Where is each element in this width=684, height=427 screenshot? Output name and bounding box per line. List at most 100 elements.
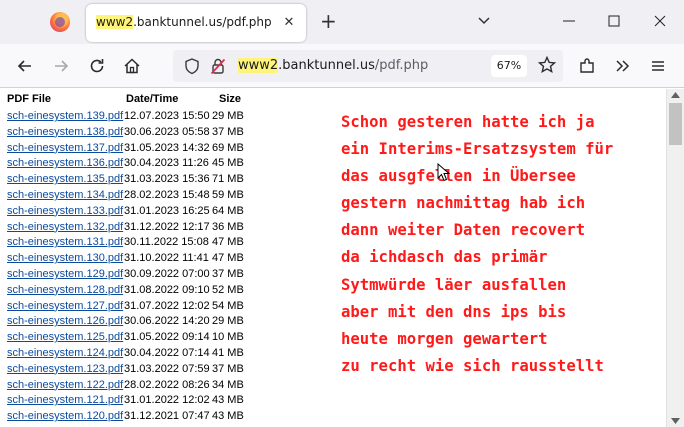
- file-date: 31.05.2022 09:14: [124, 331, 210, 344]
- scrollbar-thumb[interactable]: [669, 103, 682, 145]
- annotation-line: das ausgfellen in Übersee: [341, 167, 576, 186]
- file-date: 31.03.2023 15:36: [124, 173, 210, 186]
- file-size: 34 MB: [212, 378, 244, 391]
- back-icon[interactable]: [15, 56, 35, 76]
- pdf-file-link[interactable]: sch-einesystem.137.pdf: [7, 142, 123, 154]
- table-row: sch-einesystem.125.pdf 31.05.2022 09:14 10…: [7, 330, 244, 346]
- scroll-up-icon[interactable]: [671, 92, 680, 98]
- address-bar[interactable]: www2.banktunnel.us/pdf.php 67%: [173, 50, 563, 82]
- file-date: 31.05.2023 14:32: [124, 141, 210, 154]
- file-date: 31.10.2022 11:41: [124, 252, 209, 265]
- pdf-file-link[interactable]: sch-einesystem.122.pdf: [7, 379, 123, 391]
- pdf-file-link[interactable]: sch-einesystem.131.pdf: [7, 236, 123, 248]
- tab-strip: www2.banktunnel.us/pdf.php ✕ +: [0, 0, 684, 44]
- pdf-file-link[interactable]: sch-einesystem.133.pdf: [7, 205, 123, 217]
- tab-active[interactable]: www2.banktunnel.us/pdf.php ✕: [86, 4, 306, 42]
- nav-toolbar: www2.banktunnel.us/pdf.php 67%: [0, 44, 684, 88]
- file-size: 45 MB: [212, 157, 244, 170]
- pdf-file-link[interactable]: sch-einesystem.128.pdf: [7, 284, 123, 296]
- table-row: sch-einesystem.139.pdf 12.07.2023 15:50 29…: [7, 109, 244, 125]
- col-header-file: PDF File: [7, 93, 52, 105]
- menu-icon[interactable]: [648, 56, 668, 76]
- table-row: sch-einesystem.120.pdf 31.12.2021 07:47 43…: [7, 409, 244, 425]
- pdf-file-link[interactable]: sch-einesystem.124.pdf: [7, 347, 123, 359]
- close-window-button[interactable]: [651, 12, 669, 30]
- reload-icon[interactable]: [87, 56, 107, 76]
- file-date: 31.08.2022 09:10: [124, 283, 210, 296]
- table-row: sch-einesystem.131.pdf 30.11.2022 15:08 47…: [7, 235, 244, 251]
- table-row: sch-einesystem.137.pdf 31.05.2023 14:32 69…: [7, 141, 244, 157]
- bookmark-star-icon[interactable]: [537, 55, 557, 75]
- url-host-highlight: www2: [238, 58, 279, 73]
- pdf-file-link[interactable]: sch-einesystem.121.pdf: [7, 394, 123, 406]
- file-size: 36 MB: [212, 220, 244, 233]
- pdf-file-link[interactable]: sch-einesystem.134.pdf: [7, 189, 123, 201]
- file-size: 29 MB: [212, 110, 244, 122]
- vertical-scrollbar[interactable]: [666, 89, 684, 427]
- mouse-cursor-icon: [437, 163, 451, 182]
- file-date: 12.07.2023 15:50: [124, 110, 210, 122]
- table-row: sch-einesystem.136.pdf 30.04.2023 11:26 45…: [7, 156, 244, 172]
- pdf-file-link[interactable]: sch-einesystem.139.pdf: [7, 110, 123, 122]
- file-size: 37 MB: [212, 362, 244, 375]
- close-icon: [654, 15, 666, 27]
- maximize-button[interactable]: [605, 12, 623, 30]
- chevron-down-icon[interactable]: [477, 14, 491, 28]
- pdf-file-link[interactable]: sch-einesystem.129.pdf: [7, 268, 123, 280]
- file-size: 71 MB: [212, 173, 244, 186]
- zoom-indicator[interactable]: 67%: [491, 55, 527, 77]
- insecure-lock-icon[interactable]: [209, 57, 227, 75]
- table-row: sch-einesystem.132.pdf 31.12.2022 12:17 36…: [7, 220, 244, 236]
- tab-close-icon[interactable]: ✕: [280, 14, 298, 32]
- file-size: 37 MB: [212, 125, 244, 138]
- file-date: 31.01.2022 12:02: [124, 394, 210, 407]
- pdf-file-link[interactable]: sch-einesystem.138.pdf: [7, 126, 123, 138]
- pdf-file-link[interactable]: sch-einesystem.132.pdf: [7, 221, 123, 233]
- file-date: 31.12.2021 07:47: [124, 410, 210, 423]
- file-date: 31.03.2022 07:59: [124, 362, 210, 375]
- pdf-file-link[interactable]: sch-einesystem.135.pdf: [7, 173, 123, 185]
- table-row: sch-einesystem.135.pdf 31.03.2023 15:36 71…: [7, 172, 244, 188]
- shield-icon[interactable]: [183, 57, 201, 75]
- pdf-file-link[interactable]: sch-einesystem.136.pdf: [7, 157, 123, 169]
- minimize-button[interactable]: [560, 12, 578, 30]
- pdf-file-link[interactable]: sch-einesystem.130.pdf: [7, 252, 123, 264]
- pdf-file-link[interactable]: sch-einesystem.125.pdf: [7, 331, 123, 343]
- file-size: 69 MB: [212, 141, 244, 154]
- new-tab-button[interactable]: +: [320, 11, 337, 31]
- table-row: sch-einesystem.130.pdf 31.10.2022 11:41 47…: [7, 251, 244, 267]
- extensions-icon[interactable]: [577, 56, 597, 76]
- file-size: 41 MB: [212, 346, 244, 359]
- home-icon[interactable]: [122, 56, 142, 76]
- file-date: 31.12.2022 12:17: [124, 220, 210, 233]
- table-row: sch-einesystem.124.pdf 30.04.2022 07:14 41…: [7, 346, 244, 362]
- file-size: 29 MB: [212, 315, 244, 328]
- scroll-down-icon[interactable]: [671, 418, 680, 424]
- file-date: 28.02.2023 15:48: [124, 188, 210, 201]
- firefox-view-icon[interactable]: [50, 12, 70, 32]
- forward-icon[interactable]: [51, 56, 71, 76]
- table-row: sch-einesystem.122.pdf 28.02.2022 08:26 34…: [7, 378, 244, 394]
- file-date: 31.07.2022 12:02: [124, 299, 210, 312]
- table-row: sch-einesystem.123.pdf 31.03.2022 07:59 37…: [7, 362, 244, 378]
- tab-title: www2.banktunnel.us/pdf.php: [96, 15, 272, 29]
- table-row: sch-einesystem.138.pdf 30.06.2023 05:58 37…: [7, 125, 244, 141]
- pdf-file-link[interactable]: sch-einesystem.126.pdf: [7, 315, 123, 327]
- annotation-line: zu recht wie sich rausstellt: [341, 356, 604, 375]
- pdf-file-link[interactable]: sch-einesystem.123.pdf: [7, 363, 123, 375]
- file-date: 30.11.2022 15:08: [124, 236, 209, 249]
- overflow-chevron-icon[interactable]: [612, 56, 632, 76]
- maximize-icon: [608, 15, 620, 27]
- file-size: 54 MB: [212, 299, 244, 312]
- pdf-file-link[interactable]: sch-einesystem.127.pdf: [7, 300, 123, 312]
- tab-title-highlight: www2: [96, 15, 134, 29]
- file-date: 30.06.2023 05:58: [124, 125, 210, 138]
- annotation-line: heute morgen gewartert: [341, 329, 548, 348]
- pdf-file-link[interactable]: sch-einesystem.120.pdf: [7, 410, 123, 422]
- file-date: 30.06.2022 14:20: [124, 315, 210, 328]
- table-row: sch-einesystem.121.pdf 31.01.2022 12:02 43…: [7, 393, 244, 409]
- url-path: /pdf.php: [374, 58, 429, 73]
- annotation-text: Schon gesteren hatte ich ja ein Interims-…: [341, 109, 613, 380]
- table-row: sch-einesystem.126.pdf 30.06.2022 14:20 29…: [7, 314, 244, 330]
- file-date: 30.04.2022 07:14: [124, 346, 210, 359]
